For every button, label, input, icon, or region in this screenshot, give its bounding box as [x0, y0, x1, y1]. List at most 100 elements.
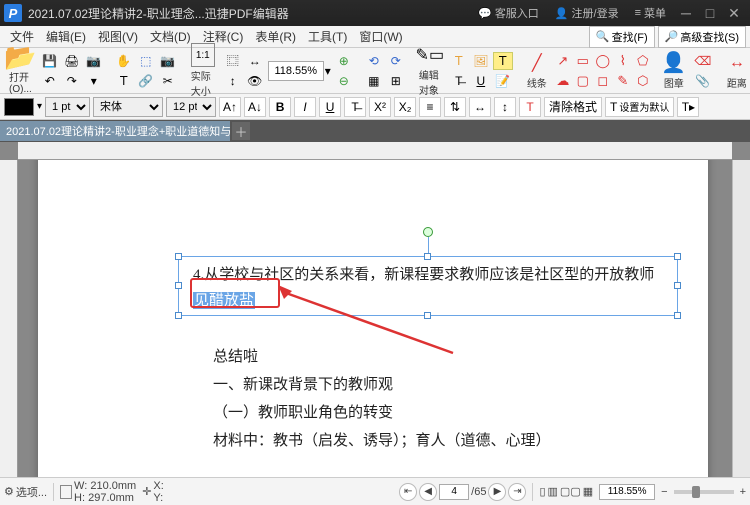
handle-bm[interactable] — [424, 312, 431, 319]
fit-page-icon[interactable]: ⿴ — [223, 52, 243, 70]
distance-tool[interactable]: ↔距离 — [721, 49, 750, 93]
font-size-select[interactable]: 12 pt — [166, 97, 216, 117]
redo-icon[interactable]: ↷ — [62, 72, 82, 90]
add-image-icon[interactable]: 🖼 — [471, 52, 491, 70]
new-tab-button[interactable]: ＋ — [232, 122, 250, 140]
last-page-icon[interactable]: ⇥ — [508, 483, 526, 501]
scale-icon[interactable]: ↕ — [494, 97, 516, 117]
underline-icon[interactable]: U — [471, 72, 491, 90]
menu-tools[interactable]: 工具(T) — [302, 26, 353, 47]
zoom-slider[interactable] — [674, 490, 734, 494]
handle-ml[interactable] — [175, 282, 182, 289]
highlight-icon[interactable]: Ｔ — [493, 52, 513, 70]
textcolor-icon[interactable]: T — [519, 97, 541, 117]
handle-br[interactable] — [674, 312, 681, 319]
strikeout-icon[interactable]: T̶ — [449, 72, 469, 90]
view-cont-icon[interactable]: ▥ — [548, 485, 558, 498]
fit-visible-icon[interactable]: 👁 — [245, 72, 265, 90]
grid-icon[interactable]: ▦ — [364, 72, 384, 90]
canvas[interactable]: 4.从学校与社区的关系来看，新课程要求教师应该是社区型的开放教师 见醋放盐 总结… — [18, 160, 732, 477]
view-cont-facing-icon[interactable]: ▦ — [583, 485, 593, 498]
oval-shape-icon[interactable]: ◯ — [594, 52, 612, 70]
eraser-icon[interactable]: ⌫ — [693, 52, 713, 70]
find-button[interactable]: 🔍查找(F) — [589, 26, 655, 48]
maximize-button[interactable]: □ — [698, 5, 722, 21]
note-icon[interactable]: 📝 — [493, 72, 513, 90]
zoom-out-status-icon[interactable]: − — [661, 486, 667, 498]
next-page-icon[interactable]: ▶ — [488, 483, 506, 501]
doc-line-4[interactable]: 一、新课改背景下的教师观 — [213, 373, 393, 394]
strike-btn-icon[interactable]: T̶ — [344, 97, 366, 117]
stamp-tool[interactable]: 👤图章 — [658, 49, 690, 93]
snapshot-icon[interactable]: 📷 — [158, 52, 178, 70]
undo-icon[interactable]: ↶ — [40, 72, 60, 90]
view-single-icon[interactable]: ▯ — [539, 485, 545, 498]
hex-shape-icon[interactable]: ⬡ — [634, 72, 652, 90]
zoom-in-status-icon[interactable]: + — [740, 486, 746, 498]
charspace-icon[interactable]: ↔ — [469, 97, 491, 117]
fit-height-icon[interactable]: ↕ — [223, 72, 243, 90]
font-select[interactable]: 宋体 — [93, 97, 163, 117]
more-icon[interactable]: ▾ — [84, 72, 104, 90]
zoom-out-icon[interactable]: ⊖ — [334, 72, 354, 90]
doc-line-3[interactable]: 总结啦 — [213, 345, 258, 366]
options-button[interactable]: ⚙选项... — [4, 484, 47, 500]
view-facing-icon[interactable]: ▢▢ — [560, 485, 581, 498]
callout-shape-icon[interactable]: ◻ — [594, 72, 612, 90]
font-inc-icon[interactable]: A↑ — [219, 97, 241, 117]
minimize-button[interactable]: ─ — [674, 5, 698, 21]
color-swatch[interactable] — [4, 98, 34, 116]
spacing-icon[interactable]: ⇅ — [444, 97, 466, 117]
add-text-icon[interactable]: Ｔ — [449, 52, 469, 70]
italic-icon[interactable]: I — [294, 97, 316, 117]
line-width-select[interactable]: 1 pt — [45, 97, 90, 117]
document-tab[interactable]: 2021.07.02理论精讲2-职业理念+职业道德知与（讲...✕ — [0, 121, 230, 141]
attach-icon[interactable]: 📎 — [693, 72, 713, 90]
cloud-shape-icon[interactable]: ☁ — [554, 72, 572, 90]
main-menu-button[interactable]: ≡菜单 — [627, 3, 674, 23]
font-dec-icon[interactable]: A↓ — [244, 97, 266, 117]
arrow-shape-icon[interactable]: ↗ — [554, 52, 572, 70]
superscript-icon[interactable]: X² — [369, 97, 391, 117]
open-tool[interactable]: 📂打开(O)... — [4, 43, 37, 98]
doc-line-6[interactable]: 材料中：教书（启发、诱导）；育人（道德、心理） — [213, 429, 551, 450]
menu-window[interactable]: 窗口(W) — [353, 26, 408, 47]
rotate-right-icon[interactable]: ⟳ — [386, 52, 406, 70]
scan-icon[interactable]: 📷 — [84, 52, 104, 70]
first-page-icon[interactable]: ⇤ — [399, 483, 417, 501]
guides-icon[interactable]: ⊞ — [386, 72, 406, 90]
bold-icon[interactable]: B — [269, 97, 291, 117]
line-tool[interactable]: ╱线条 — [521, 49, 553, 93]
handle-tm[interactable] — [424, 253, 431, 260]
subscript-icon[interactable]: X₂ — [394, 97, 416, 117]
support-button[interactable]: 💬客服入口 — [470, 3, 547, 23]
select-icon[interactable]: ⬚ — [136, 52, 156, 70]
set-default-button[interactable]: T设置为默认 — [605, 97, 674, 117]
rect2-shape-icon[interactable]: ▢ — [574, 72, 592, 90]
polygon-shape-icon[interactable]: ⬠ — [634, 52, 652, 70]
print-icon[interactable]: 🖨 — [62, 52, 82, 70]
zoom-status-input[interactable] — [599, 484, 655, 500]
menu-view[interactable]: 视图(V) — [92, 26, 144, 47]
save-icon[interactable]: 💾 — [40, 52, 60, 70]
underline-btn-icon[interactable]: U — [319, 97, 341, 117]
close-button[interactable]: ✕ — [722, 5, 746, 22]
scrollbar-vertical[interactable] — [732, 160, 750, 477]
hand-icon[interactable]: ✋ — [114, 52, 134, 70]
polyline-shape-icon[interactable]: ⌇ — [614, 52, 632, 70]
crop-icon[interactable]: ✂ — [158, 72, 178, 90]
adv-find-button[interactable]: 🔎高级查找(S) — [658, 26, 746, 48]
page-input[interactable] — [439, 484, 469, 500]
text-select-icon[interactable]: Ｔ — [114, 72, 134, 90]
pencil-shape-icon[interactable]: ✎ — [614, 72, 632, 90]
link-icon[interactable]: 🔗 — [136, 72, 156, 90]
align-icon[interactable]: ≡ — [419, 97, 441, 117]
handle-tr[interactable] — [674, 253, 681, 260]
zoom-input[interactable] — [268, 61, 324, 81]
doc-line-5[interactable]: （一）教师职业角色的转变 — [213, 401, 393, 422]
prev-page-icon[interactable]: ◀ — [419, 483, 437, 501]
zoom-dd-icon[interactable]: ▾ — [325, 64, 331, 78]
clear-format-button[interactable]: 清除格式 — [544, 97, 602, 117]
zoom-in-icon[interactable]: ⊕ — [334, 52, 354, 70]
rotate-handle[interactable] — [423, 227, 433, 237]
